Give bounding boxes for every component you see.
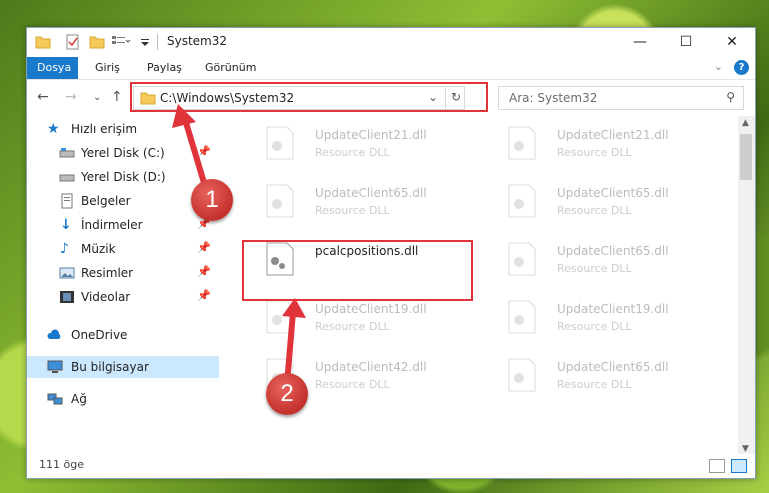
arrow-1-head (172, 104, 196, 128)
arrow-2-head (282, 298, 306, 318)
annotation-arrows (172, 104, 306, 385)
step-1-badge: 1 (191, 179, 233, 221)
step-2-badge: 2 (266, 373, 308, 415)
arrow-1-shaft (181, 115, 208, 187)
